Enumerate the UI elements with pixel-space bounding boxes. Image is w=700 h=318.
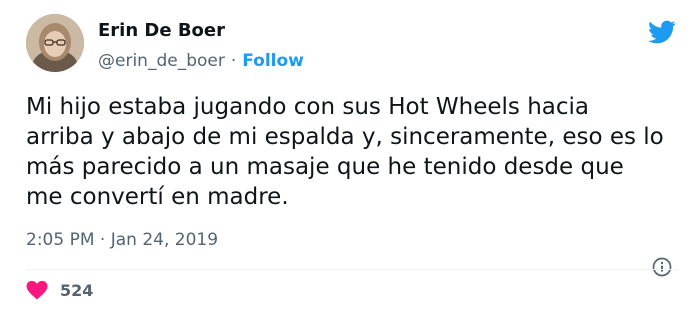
tweet-timestamp[interactable]: 2:05 PM · Jan 24, 2019 [26, 230, 218, 250]
heart-icon [26, 280, 48, 300]
like-count: 524 [60, 280, 94, 300]
divider [26, 269, 678, 270]
twitter-bird-icon[interactable] [646, 18, 678, 46]
separator-dot: · [99, 230, 106, 250]
like-button[interactable]: 524 [26, 280, 93, 300]
follow-button[interactable]: Follow [242, 51, 304, 71]
tweet-text: Mi hijo estaba jugando con sus Hot Wheel… [26, 94, 664, 210]
author-name[interactable]: Erin De Boer [98, 20, 225, 41]
tweet-date: Jan 24, 2019 [110, 230, 219, 250]
tweet-card: Erin De Boer @erin_de_boer · Follow Mi hij… [0, 0, 700, 318]
avatar[interactable] [26, 14, 84, 72]
author-handle-row: @erin_de_boer · Follow [98, 51, 304, 71]
tweet-time: 2:05 PM [26, 230, 95, 250]
info-icon[interactable] [652, 257, 672, 277]
author-handle[interactable]: @erin_de_boer [98, 51, 225, 71]
separator-dot: · [230, 51, 237, 71]
